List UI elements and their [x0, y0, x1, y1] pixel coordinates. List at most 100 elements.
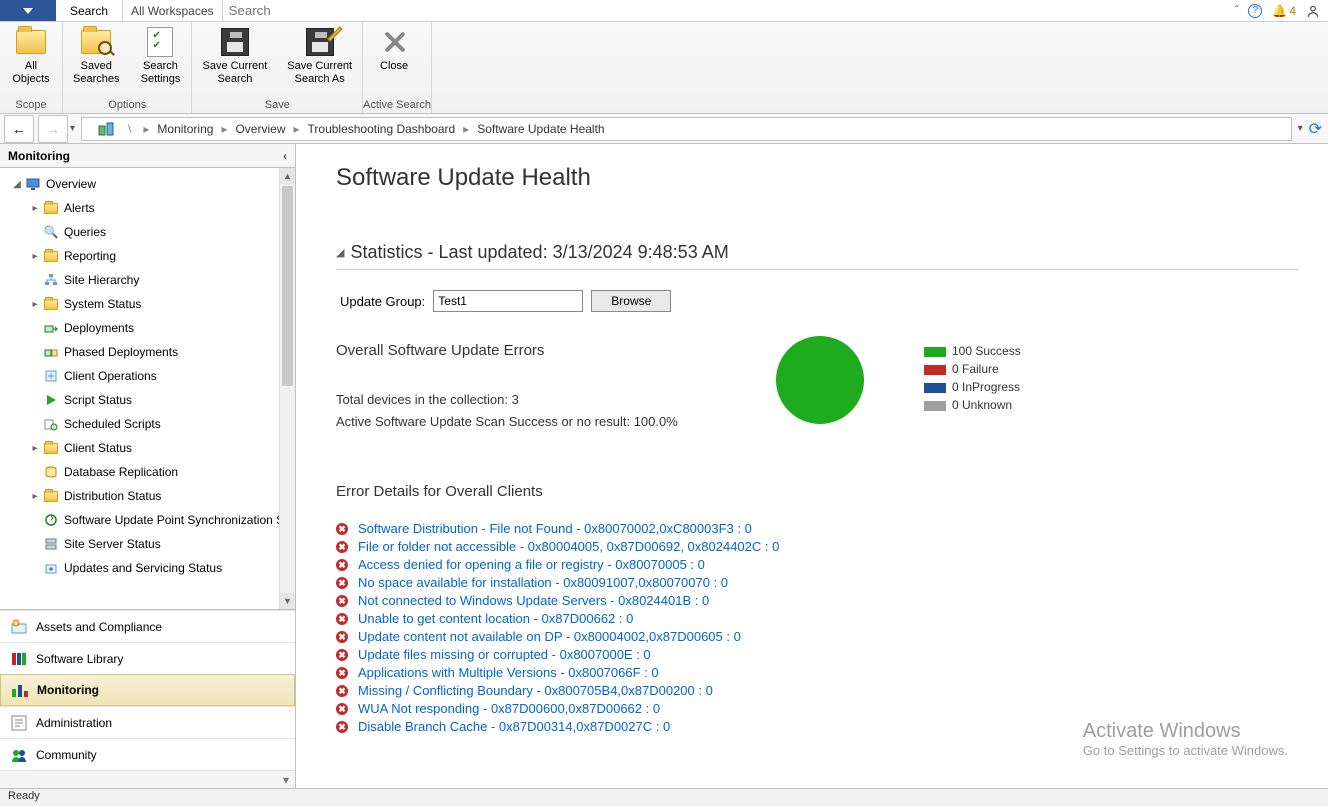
search-input[interactable] — [223, 0, 1228, 21]
error-icon: ✖ — [336, 595, 348, 607]
workspace-monitoring[interactable]: Monitoring — [0, 674, 295, 706]
search-settings-button[interactable]: ✔✔ Search Settings — [129, 22, 191, 97]
tree-node-queries[interactable]: 🔍Queries — [0, 220, 295, 244]
system-menu-button[interactable] — [0, 0, 56, 21]
nav-forward-button[interactable]: → — [38, 115, 68, 143]
error-link[interactable]: Applications with Multiple Versions - 0x… — [358, 664, 659, 682]
saved-searches-button[interactable]: Saved Searches — [63, 22, 129, 97]
tree-node-phased-deployments[interactable]: Phased Deployments — [0, 340, 295, 364]
breadcrumb-item[interactable]: Monitoring — [155, 122, 215, 136]
error-item: ✖Unable to get content location - 0x87D0… — [336, 610, 1298, 628]
chevron-right-icon[interactable]: ▸ — [221, 122, 227, 136]
error-icon: ✖ — [336, 541, 348, 553]
tree-node-client-operations[interactable]: Client Operations — [0, 364, 295, 388]
tree-node-reporting[interactable]: ▸Reporting — [0, 244, 295, 268]
tree-node-overview[interactable]: ◢Overview — [0, 172, 295, 196]
legend-item-inprogress: 0 InProgress — [924, 378, 1021, 396]
tree-node-site-server-status[interactable]: Site Server Status — [0, 532, 295, 556]
folder-icon — [44, 203, 58, 214]
refresh-button[interactable]: ⟳ — [1309, 119, 1322, 139]
tree-node-alerts[interactable]: ▸Alerts — [0, 196, 295, 220]
legend-swatch — [924, 401, 946, 411]
error-icon: ✖ — [336, 703, 348, 715]
error-item: ✖ Applications with Multiple Versions - 0… — [336, 664, 1298, 682]
tree-node-sup-sync-status[interactable]: Software Update Point Synchronization St… — [0, 508, 295, 532]
scroll-up-button[interactable]: ▲ — [280, 168, 295, 184]
error-icon: ✖ — [336, 667, 348, 679]
ribbon: All Objects Scope Saved Searches ✔✔ Sear… — [0, 22, 1328, 114]
tree-node-system-status[interactable]: ▸System Status — [0, 292, 295, 316]
workspace-administration[interactable]: Administration — [0, 706, 295, 738]
tree-node-distribution-status[interactable]: ▸Distribution Status — [0, 484, 295, 508]
tree-node-site-hierarchy[interactable]: Site Hierarchy — [0, 268, 295, 292]
chevron-right-icon[interactable]: ▸ — [293, 122, 299, 136]
ribbon-group-label: Active Search — [363, 97, 431, 113]
folder-icon — [16, 30, 46, 54]
scroll-down-button[interactable]: ▼ — [280, 593, 295, 609]
home-icon[interactable] — [96, 119, 116, 139]
user-icon[interactable] — [1306, 4, 1320, 18]
error-link[interactable]: Update files missing or corrupted - 0x80… — [358, 646, 651, 664]
workspace-assets[interactable]: Assets and Compliance — [0, 610, 295, 642]
legend-item-failure: 0 Failure — [924, 360, 1021, 378]
all-objects-button[interactable]: All Objects — [0, 22, 62, 97]
notifications-button[interactable]: 🔔 4 — [1272, 4, 1296, 18]
collapse-section-icon[interactable]: ◢ — [336, 246, 344, 259]
chevron-right-icon[interactable]: ▸ — [143, 122, 149, 136]
save-current-search-button[interactable]: Save Current Search — [192, 22, 277, 97]
error-link[interactable]: Missing / Conflicting Boundary - 0x80070… — [358, 682, 713, 700]
tree-node-database-replication[interactable]: Database Replication — [0, 460, 295, 484]
administration-icon — [10, 714, 28, 732]
error-link[interactable]: Unable to get content location - 0x87D00… — [358, 610, 633, 628]
notification-count: 4 — [1289, 4, 1296, 18]
tree-scrollbar[interactable]: ▲ ▼ — [279, 168, 295, 609]
tab-search[interactable]: Search — [56, 0, 123, 21]
collapse-pane-button[interactable]: ‹ — [283, 149, 287, 163]
error-link[interactable]: Update content not available on DP - 0x8… — [358, 628, 741, 646]
breadcrumb-item[interactable]: Overview — [233, 122, 287, 136]
server-icon — [42, 537, 60, 551]
save-icon — [221, 28, 249, 56]
workspace-options-button[interactable]: ▾ — [283, 773, 289, 787]
chevron-right-icon[interactable]: ▸ — [463, 122, 469, 136]
error-link[interactable]: No space available for installation - 0x… — [358, 574, 728, 592]
nav-back-button[interactable]: ← — [4, 115, 34, 143]
workspace-software-library[interactable]: Software Library — [0, 642, 295, 674]
folder-search-icon — [81, 30, 111, 54]
update-group-label: Update Group: — [340, 294, 425, 309]
tree-node-updates-servicing-status[interactable]: Updates and Servicing Status — [0, 556, 295, 580]
tree-node-client-status[interactable]: ▸Client Status — [0, 436, 295, 460]
ribbon-group-label: Save — [192, 97, 362, 113]
browse-button[interactable]: Browse — [591, 290, 671, 312]
error-link[interactable]: Not connected to Windows Update Servers … — [358, 592, 709, 610]
breadcrumb-item[interactable]: Software Update Health — [475, 122, 606, 136]
error-link[interactable]: Disable Branch Cache - 0x87D00314,0x87D0… — [358, 718, 670, 736]
breadcrumb[interactable]: \ ▸ Monitoring ▸ Overview ▸ Troubleshoot… — [81, 117, 1292, 141]
help-icon[interactable]: ? — [1248, 4, 1262, 18]
title-bar: Search All Workspaces ˆ ? 🔔 4 — [0, 0, 1328, 22]
tree-node-deployments[interactable]: Deployments — [0, 316, 295, 340]
nav-pane-header: Monitoring ‹ — [0, 144, 295, 168]
scroll-thumb[interactable] — [282, 186, 293, 386]
breadcrumb-item[interactable]: Troubleshooting Dashboard — [306, 122, 458, 136]
error-link[interactable]: File or folder not accessible - 0x800040… — [358, 538, 779, 556]
sync-icon — [42, 513, 60, 527]
tree-node-script-status[interactable]: Script Status — [0, 388, 295, 412]
error-item: ✖Missing / Conflicting Boundary - 0x8007… — [336, 682, 1298, 700]
statistics-header[interactable]: ◢ Statistics - Last updated: 3/13/2024 9… — [336, 242, 1298, 270]
deployments-icon — [42, 321, 60, 335]
error-icon: ✖ — [336, 631, 348, 643]
nav-history-dropdown[interactable]: ▾ — [70, 123, 75, 134]
caret-up-icon[interactable]: ˆ — [1235, 5, 1238, 16]
save-current-search-as-button[interactable]: Save Current Search As — [277, 22, 362, 97]
error-link[interactable]: WUA Not responding - 0x87D00600,0x87D006… — [358, 700, 660, 718]
error-link[interactable]: Access denied for opening a file or regi… — [358, 556, 705, 574]
hierarchy-icon — [42, 273, 60, 287]
all-workspaces-label[interactable]: All Workspaces — [123, 0, 222, 21]
workspace-community[interactable]: Community — [0, 738, 295, 770]
tree-node-scheduled-scripts[interactable]: Scheduled Scripts — [0, 412, 295, 436]
error-link[interactable]: Software Distribution - File not Found -… — [358, 520, 752, 538]
update-group-input[interactable] — [433, 290, 583, 312]
breadcrumb-dropdown[interactable]: ▾ — [1298, 123, 1303, 134]
close-search-button[interactable]: Close — [363, 22, 425, 97]
